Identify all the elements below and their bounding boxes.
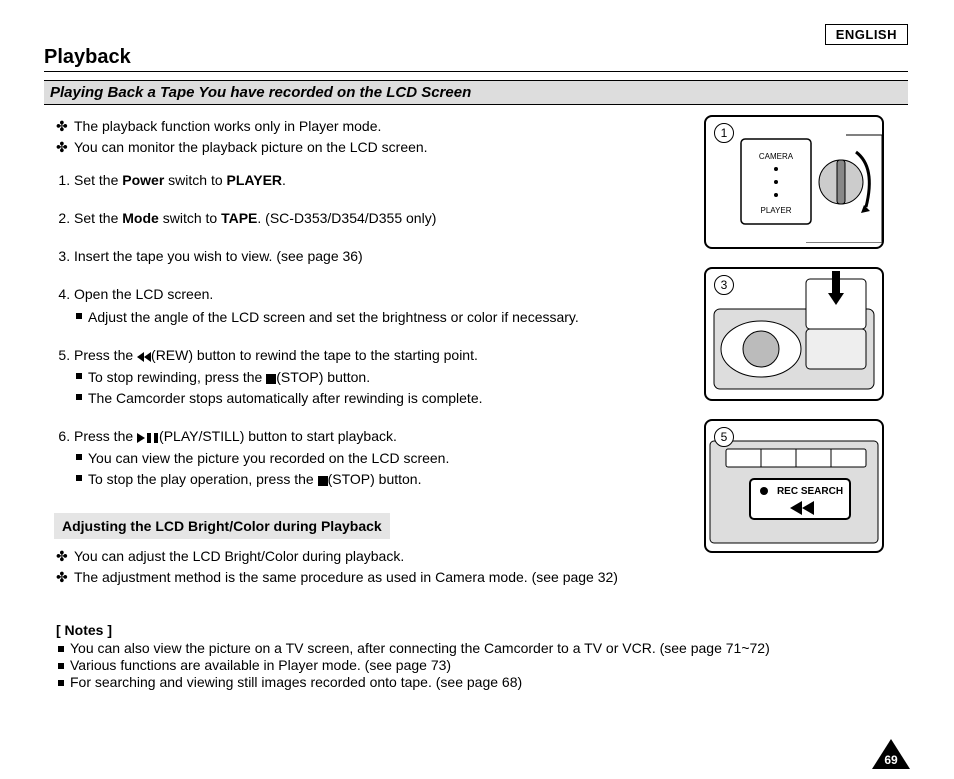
text: To stop rewinding, press the [88,369,266,385]
play-pause-icon [137,433,159,443]
text: Set the [74,210,122,226]
section-heading: Playing Back a Tape You have recorded on… [44,80,908,105]
sub-item: Adjust the angle of the LCD screen and s… [88,307,686,327]
step-5: Press the (REW) button to rewind the tap… [74,345,686,408]
steps-list: Set the Power switch to PLAYER. Set the … [56,170,686,489]
note-item: Various functions are available in Playe… [70,657,908,673]
text: switch to [164,172,226,188]
sub-item: To stop the play operation, press the (S… [88,469,686,489]
text: (STOP) button. [328,471,422,487]
step-1: Set the Power switch to PLAYER. [74,170,686,190]
text: . (SC-D353/D354/D355 only) [257,210,436,226]
text: Set the [74,172,122,188]
text-bold: PLAYER [227,172,283,188]
sub-item: You can view the picture you recorded on… [88,448,686,468]
title-rule [44,71,908,72]
subsection-heading: Adjusting the LCD Bright/Color during Pl… [54,513,390,539]
text: Open the LCD screen. [74,286,213,302]
adjust-item: The adjustment method is the same proced… [74,567,686,587]
figure-1: 1 CAMERA PLAYER [704,115,884,249]
figure-number: 3 [714,275,734,295]
intro-item: The playback function works only in Play… [74,116,686,136]
sub-item: The Camcorder stops automatically after … [88,388,686,408]
text: (PLAY/STILL) button to start playback. [159,428,397,444]
text: Press the [74,347,137,363]
step-6: Press the (PLAY/STILL) button to start p… [74,426,686,489]
text: (REW) button to rewind the tape to the s… [151,347,478,363]
figure-3: 3 [704,267,884,401]
figure-number: 5 [714,427,734,447]
notes-heading: [ Notes ] [56,622,908,638]
sub-item: To stop rewinding, press the (STOP) butt… [88,367,686,387]
step-4: Open the LCD screen. Adjust the angle of… [74,284,686,327]
adjust-item: You can adjust the LCD Bright/Color duri… [74,546,686,566]
text-bold: Power [122,172,164,188]
adjust-list: You can adjust the LCD Bright/Color duri… [56,546,686,588]
text: . [282,172,286,188]
sub-list: Adjust the angle of the LCD screen and s… [88,307,686,327]
label-camera: CAMERA [759,152,794,161]
language-label: ENGLISH [825,24,908,45]
svg-text:69: 69 [884,753,898,767]
text-bold: Mode [122,210,159,226]
page-title: Playback [44,46,908,69]
text: Press the [74,428,137,444]
notes-list: You can also view the picture on a TV sc… [70,640,908,690]
note-item: You can also view the picture on a TV sc… [70,640,908,656]
label-player: PLAYER [761,206,792,215]
text: (STOP) button. [276,369,370,385]
intro-list: The playback function works only in Play… [56,116,686,158]
intro-item: You can monitor the playback picture on … [74,137,686,157]
step-3: Insert the tape you wish to view. (see p… [74,246,686,266]
stop-icon [318,476,328,486]
figures-column: 1 CAMERA PLAYER 3 [704,115,884,571]
step-2: Set the Mode switch to TAPE. (SC-D353/D3… [74,208,686,228]
rec-search-label: REC SEARCH [777,486,843,497]
body-text: The playback function works only in Play… [56,115,686,600]
text: switch to [159,210,221,226]
text-bold: TAPE [221,210,257,226]
stop-icon [266,374,276,384]
sub-list: You can view the picture you recorded on… [88,448,686,489]
rewind-icon [137,352,151,362]
text: To stop the play operation, press the [88,471,318,487]
note-item: For searching and viewing still images r… [70,674,908,690]
page-number: 69 [872,739,910,769]
figure-number: 1 [714,123,734,143]
sub-list: To stop rewinding, press the (STOP) butt… [88,367,686,408]
figure-5: 5 REC SEARCH [704,419,884,553]
